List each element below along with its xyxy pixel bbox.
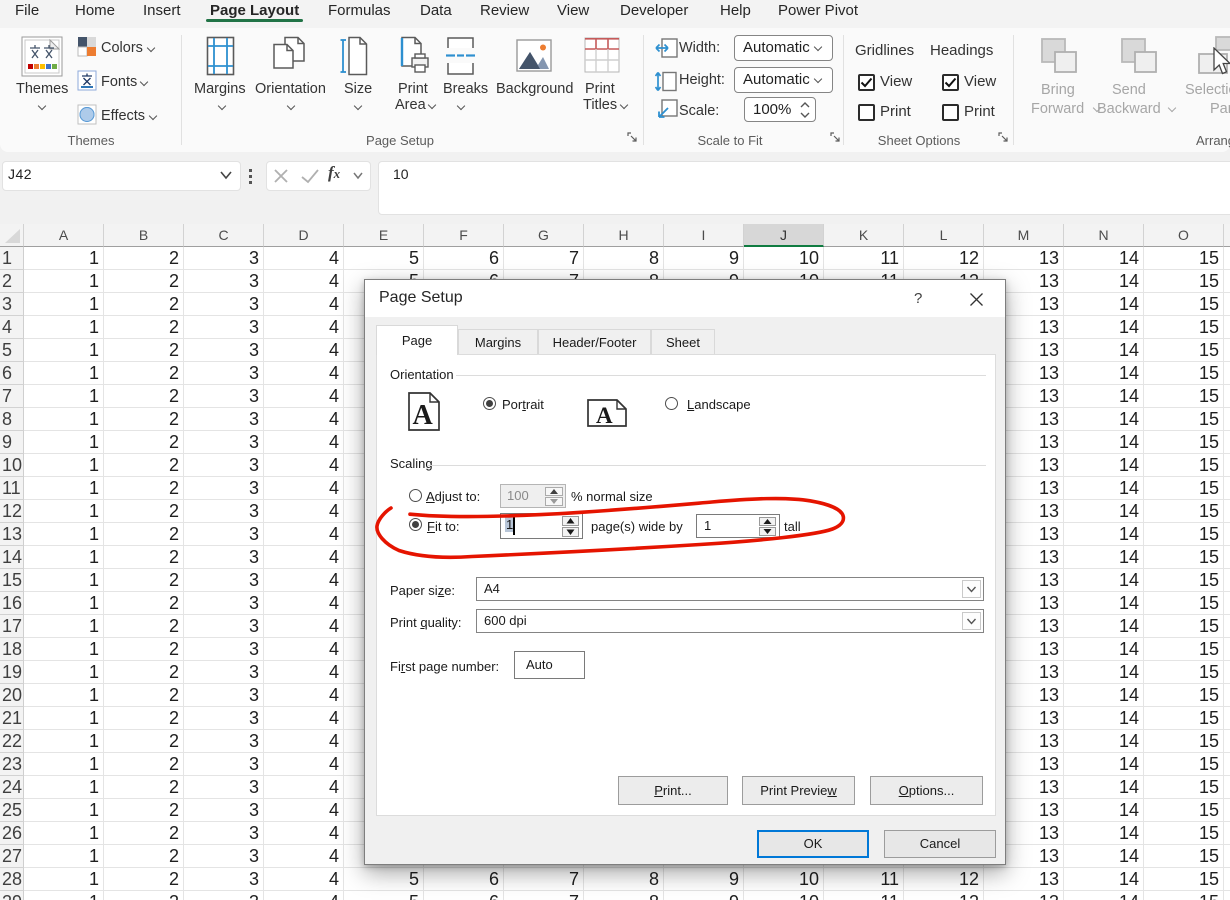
svg-text:A: A	[413, 400, 434, 431]
svg-text:A: A	[596, 403, 613, 427]
